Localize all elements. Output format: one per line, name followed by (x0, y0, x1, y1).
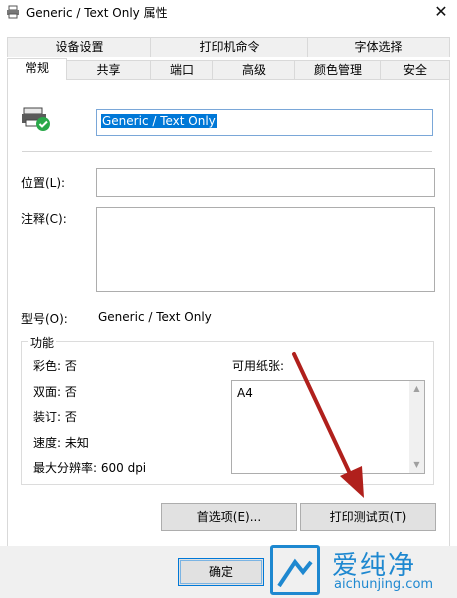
divider (22, 151, 432, 152)
ok-button-label: 确定 (208, 565, 233, 579)
title-bar: Generic / Text Only 属性 ✕ (0, 0, 457, 24)
tab-label: 常规 (24, 61, 49, 75)
tab-label: 字体选择 (354, 40, 403, 54)
tab-sharing[interactable]: 共享 (65, 60, 152, 80)
tab-label: 共享 (96, 63, 121, 77)
feature-color: 彩色: 否 (33, 359, 77, 373)
tab-general[interactable]: 常规 (7, 58, 67, 80)
watermark-logo-icon (270, 545, 320, 595)
close-button[interactable]: ✕ (425, 0, 457, 24)
printer-name-input[interactable]: Generic / Text Only (96, 109, 433, 136)
print-test-page-button-label: 打印测试页(T) (329, 510, 407, 524)
features-legend: 功能 (28, 334, 57, 351)
tab-label: 端口 (169, 63, 194, 77)
comment-label: 注释(C): (21, 212, 67, 226)
tab-color-management[interactable]: 颜色管理 (294, 60, 382, 80)
scroll-up-icon[interactable]: ▲ (409, 383, 424, 395)
paper-list-scrollbar[interactable]: ▲ ▼ (409, 381, 424, 473)
tab-font-selection[interactable]: 字体选择 (307, 37, 450, 57)
ok-button[interactable]: 确定 (178, 558, 264, 586)
watermark-text-en: aichunjing.com (334, 577, 434, 592)
tab-label: 颜色管理 (313, 63, 362, 77)
tab-device-settings[interactable]: 设备设置 (7, 37, 152, 57)
tab-ports[interactable]: 端口 (150, 60, 214, 80)
printer-ready-icon (22, 107, 50, 131)
paper-label: 可用纸张: (232, 359, 285, 373)
model-label: 型号(O): (21, 312, 68, 326)
location-input[interactable] (96, 168, 435, 197)
scroll-down-icon[interactable]: ▼ (409, 459, 424, 471)
preferences-button[interactable]: 首选项(E)... (161, 503, 297, 531)
window-title: Generic / Text Only 属性 (26, 6, 168, 20)
printer-icon (7, 5, 19, 19)
paper-list[interactable]: A4 (231, 380, 425, 474)
feature-speed: 速度: 未知 (33, 436, 89, 450)
tab-label: 打印机命令 (199, 40, 260, 54)
tab-security[interactable]: 安全 (380, 60, 450, 80)
feature-staple: 装订: 否 (33, 410, 77, 424)
feature-duplex: 双面: 否 (33, 385, 77, 399)
close-icon: ✕ (434, 2, 448, 21)
paper-item[interactable]: A4 (237, 386, 253, 400)
watermark-logo-mark (277, 558, 313, 588)
tab-advanced[interactable]: 高级 (212, 60, 296, 80)
comment-textarea[interactable] (96, 207, 435, 292)
tab-label: 安全 (402, 63, 427, 77)
printer-name-value: Generic / Text Only (101, 114, 217, 128)
tab-label: 设备设置 (55, 40, 104, 54)
tab-printer-commands[interactable]: 打印机命令 (150, 37, 309, 57)
preferences-button-label: 首选项(E)... (196, 510, 262, 524)
location-label: 位置(L): (21, 176, 66, 190)
tab-label: 高级 (241, 63, 266, 77)
print-test-page-button[interactable]: 打印测试页(T) (300, 503, 436, 531)
feature-max-resolution: 最大分辨率: 600 dpi (33, 461, 147, 475)
model-value: Generic / Text Only (98, 310, 212, 324)
